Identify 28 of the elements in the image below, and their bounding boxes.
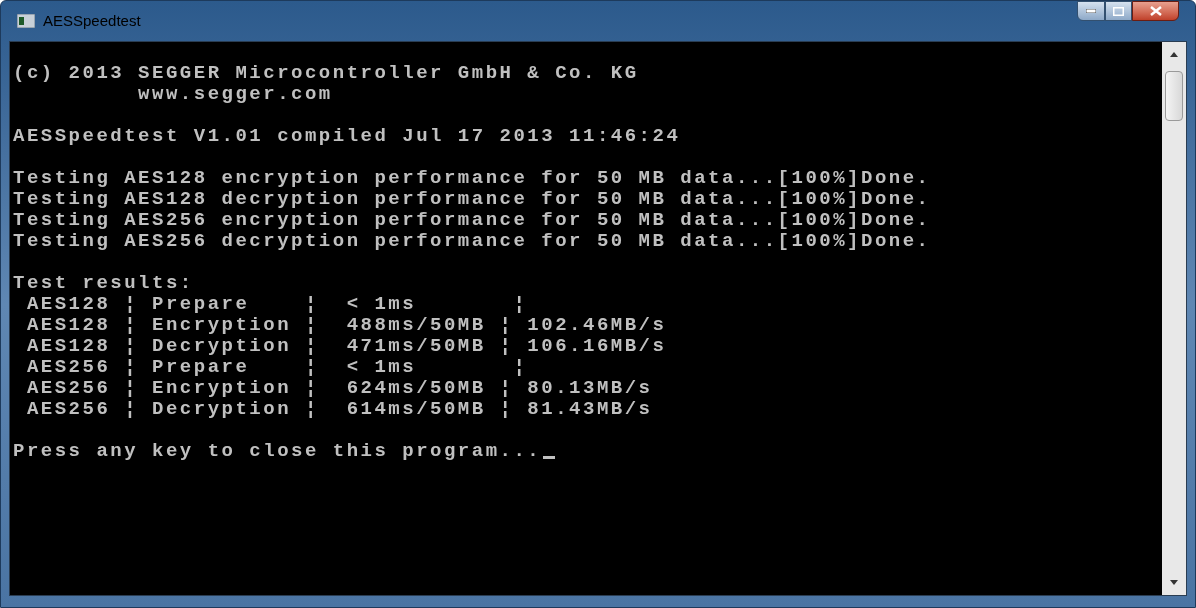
console-line: Testing AES128 decryption performance for 50 MB data...[100%]Done.	[13, 189, 931, 210]
console-line: Testing AES128 encryption performance for 50 MB data...[100%]Done.	[13, 168, 931, 189]
console-app-icon	[17, 14, 35, 28]
console-line: AESSpeedtest V1.01 compiled Jul 17 2013 11:46:24	[13, 126, 681, 147]
scrollbar[interactable]	[1162, 42, 1186, 595]
maximize-icon	[1113, 6, 1124, 16]
console-line: AES128 ¦ Encryption ¦ 488ms/50MB ¦ 102.46MB/s	[25, 315, 667, 336]
console-line: Testing AES256 encryption performance for 50 MB data...[100%]Done.	[13, 210, 931, 231]
scroll-up-icon	[1170, 52, 1178, 57]
scroll-down-icon	[1170, 580, 1178, 585]
console-line: AES256 ¦ Decryption ¦ 614ms/50MB ¦ 81.43MB/s	[25, 399, 653, 420]
close-button[interactable]	[1132, 1, 1179, 21]
maximize-button[interactable]	[1105, 1, 1132, 21]
scrollbar-thumb[interactable]	[1165, 71, 1183, 121]
minimize-button[interactable]	[1077, 1, 1105, 21]
console-line: Test results:	[13, 273, 194, 294]
close-icon	[1149, 6, 1162, 16]
console-line: www.segger.com	[137, 84, 333, 105]
console-line: AES128 ¦ Prepare ¦ < 1ms ¦	[25, 294, 528, 315]
console-line: Testing AES256 decryption performance for 50 MB data...[100%]Done.	[13, 231, 931, 252]
console-line: AES256 ¦ Prepare ¦ < 1ms ¦	[25, 357, 528, 378]
text-cursor	[543, 456, 556, 459]
minimize-icon	[1086, 9, 1096, 13]
console-line: (c) 2013 SEGGER Microcontroller GmbH & Co. KG	[13, 63, 639, 84]
console-line: Press any key to close this program...	[13, 441, 542, 462]
window-title: AESSpeedtest	[43, 10, 141, 31]
console-line: AES128 ¦ Decryption ¦ 471ms/50MB ¦ 106.16MB/s	[25, 336, 667, 357]
console-line: AES256 ¦ Encryption ¦ 624ms/50MB ¦ 80.13MB/s	[25, 378, 653, 399]
